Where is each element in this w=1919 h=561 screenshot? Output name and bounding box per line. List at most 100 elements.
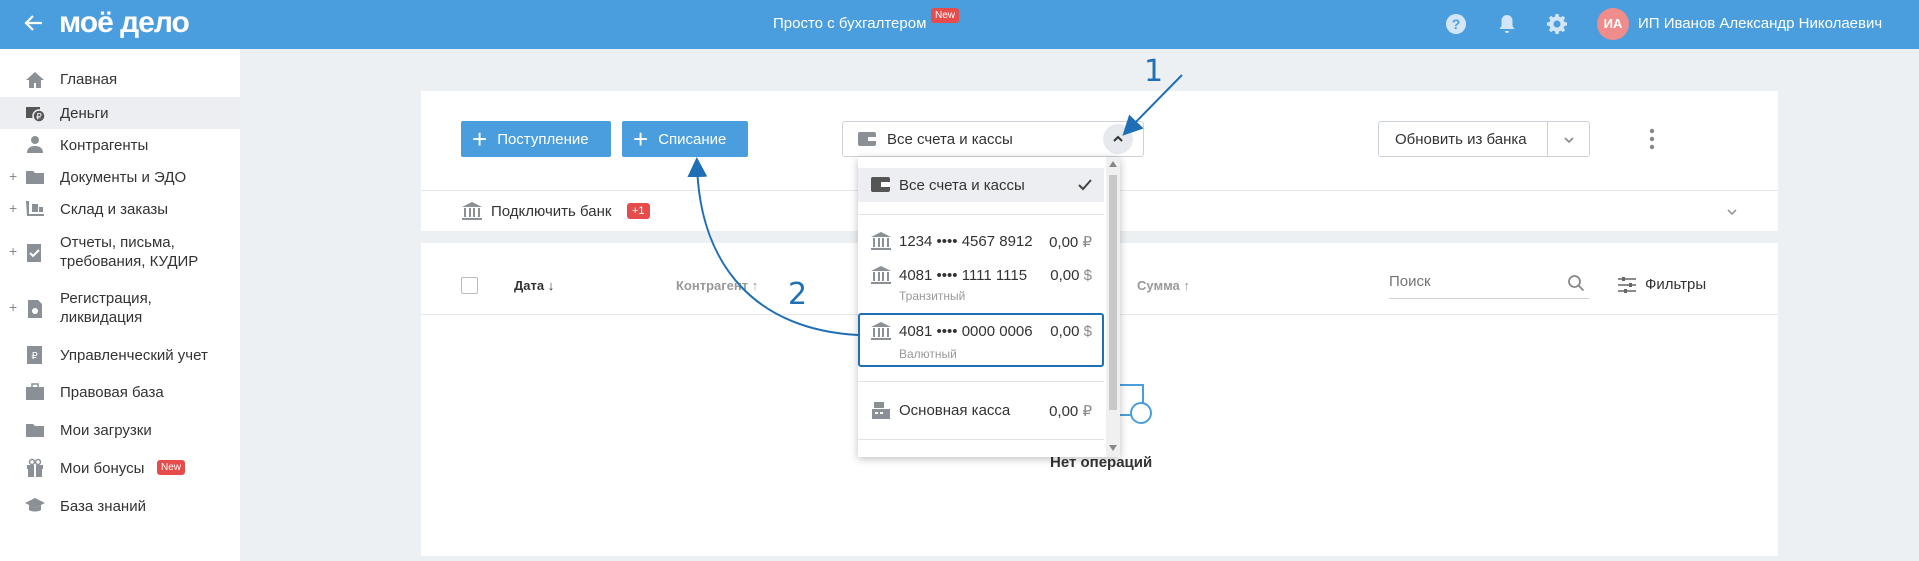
collapse-button[interactable] (1103, 124, 1133, 154)
graduation-cap-icon (25, 498, 45, 512)
sidebar-item-downloads[interactable]: Мои загрузки (0, 411, 240, 449)
filters-label: Фильтры (1645, 276, 1707, 293)
plus-icon: + (633, 124, 649, 154)
user-name[interactable]: ИП Иванов Александр Николаевич (1638, 15, 1882, 32)
expand-plus-icon[interactable]: + (9, 168, 17, 184)
account-number: 1234 •••• 4567 8912 (899, 233, 1033, 250)
account-dropdown: Все счета и кассы 1234 •••• 4567 8912 0,… (858, 157, 1120, 457)
annotation-label-1: 1 (1144, 54, 1164, 89)
sidebar-item-label: Отчеты, письма, (60, 234, 175, 251)
search-input[interactable] (1389, 273, 1559, 290)
sidebar-item-label: Контрагенты (60, 137, 149, 154)
account-select[interactable]: Все счета и кассы (842, 121, 1144, 157)
scrollbar-thumb[interactable] (1109, 175, 1117, 410)
home-icon (26, 72, 44, 88)
sidebar-item-label: Мои загрузки (60, 422, 152, 439)
dropdown-scrollbar[interactable] (1106, 157, 1120, 457)
downloads-icon (26, 424, 44, 437)
account-type: Валютный (899, 347, 957, 361)
expand-plus-icon[interactable]: + (9, 299, 17, 315)
cash-register-icon (872, 402, 890, 419)
account-select-value: Все счета и кассы (887, 131, 1013, 148)
more-vertical-icon[interactable] (1649, 128, 1655, 150)
money-icon: ₽ (26, 107, 46, 123)
dropdown-cash[interactable]: Основная касса 0,00 ₽ (858, 393, 1104, 429)
dropdown-account-2[interactable]: 4081 •••• 1111 1115 0,00 $ Транзитный (858, 259, 1104, 309)
svg-text:₽: ₽ (36, 113, 42, 123)
bell-icon[interactable] (1495, 12, 1519, 36)
chevron-down-icon[interactable] (1725, 205, 1739, 219)
bank-icon (871, 232, 891, 250)
scroll-down-icon[interactable] (1109, 445, 1117, 451)
folder-icon (26, 171, 44, 184)
sidebar-item-contractors[interactable]: Контрагенты (0, 129, 240, 161)
dropdown-account-1[interactable]: 1234 •••• 4567 8912 0,00 ₽ (858, 225, 1104, 257)
expense-button-label: Списание (658, 130, 727, 148)
sidebar-item-label-line2: требования, КУДИР (60, 253, 199, 270)
gear-icon[interactable] (1545, 12, 1569, 36)
sidebar-item-knowledge[interactable]: База знаний (0, 487, 240, 525)
sidebar-item-money[interactable]: ₽ Деньги (0, 97, 240, 129)
income-button-label: Поступление (497, 130, 589, 148)
divider (858, 439, 1104, 440)
count-badge: +1 (627, 203, 650, 219)
registration-icon (28, 300, 42, 318)
sidebar-item-label: Правовая база (60, 384, 164, 401)
management-icon: ₽ (27, 346, 42, 364)
column-date[interactable]: Дата ↓ (514, 278, 554, 293)
gift-icon (27, 458, 43, 477)
dropdown-item-all[interactable]: Все счета и кассы (858, 168, 1104, 202)
chevron-up-icon (1113, 135, 1123, 142)
column-contractor[interactable]: Контрагент ↑ (676, 278, 758, 293)
sidebar-item-label: Управленческий учет (60, 347, 208, 364)
sidebar-item-label: Склад и заказы (60, 201, 169, 218)
help-icon[interactable]: ? (1444, 12, 1468, 36)
sidebar-item-management[interactable]: ₽ Управленческий учет (0, 337, 240, 373)
filters-icon (1618, 277, 1636, 293)
connect-bank-link[interactable]: Подключить банк (491, 203, 611, 220)
sidebar-item-registration[interactable]: + Регистрация, ликвидация (0, 281, 240, 337)
sidebar-item-bonuses[interactable]: Мои бонусы New (0, 449, 240, 487)
scroll-up-icon[interactable] (1109, 161, 1117, 167)
update-from-bank-button[interactable]: Обновить из банка (1378, 121, 1590, 157)
avatar[interactable]: ИА (1597, 8, 1629, 40)
sidebar-item-documents[interactable]: + Документы и ЭДО (0, 161, 240, 193)
center-title-link[interactable]: Просто с бухгалтером New (773, 8, 960, 32)
expand-plus-icon[interactable]: + (9, 200, 17, 216)
account-amount: 0,00 $ (1050, 323, 1092, 340)
column-date-label: Дата (514, 278, 545, 293)
wallet-icon (858, 132, 876, 146)
checkmark-icon (1078, 179, 1092, 191)
column-sum-label: Сумма (1137, 278, 1180, 293)
svg-text:₽: ₽ (31, 351, 38, 362)
sidebar-item-home[interactable]: Главная (0, 63, 240, 97)
back-arrow-icon[interactable] (22, 11, 46, 35)
chevron-down-icon[interactable] (1562, 133, 1576, 147)
income-button[interactable]: + Поступление (461, 121, 611, 157)
sidebar-item-warehouse[interactable]: + Склад и заказы (0, 193, 240, 225)
sidebar-item-legal[interactable]: Правовая база (0, 373, 240, 411)
reports-icon (27, 244, 41, 262)
dropdown-item-label: Все счета и кассы (899, 177, 1025, 194)
divider (858, 214, 1104, 215)
column-sum[interactable]: Сумма ↑ (1137, 278, 1190, 293)
sidebar-item-reports[interactable]: + Отчеты, письма, требования, КУДИР (0, 225, 240, 281)
center-title-label: Просто с бухгалтером (773, 15, 927, 32)
logo[interactable]: моё дело (59, 6, 190, 40)
search-field[interactable] (1389, 269, 1589, 299)
warehouse-icon (26, 201, 44, 216)
dropdown-account-3[interactable]: 4081 •••• 0000 0006 0,00 $ Валютный (858, 313, 1104, 367)
expand-plus-icon[interactable]: + (9, 243, 17, 259)
update-from-bank-label: Обновить из банка (1395, 131, 1527, 148)
sidebar-item-label: База знаний (60, 498, 146, 515)
svg-text:?: ? (1452, 16, 1461, 32)
select-all-checkbox[interactable] (461, 277, 478, 294)
account-amount: 0,00 ₽ (1049, 234, 1092, 251)
sidebar: Главная ₽ Деньги Контрагенты + Документы… (0, 49, 240, 561)
top-bar: моё дело Просто с бухгалтером New ? ИА И… (0, 0, 1919, 49)
sidebar-item-label: Деньги (60, 105, 109, 122)
expense-button[interactable]: + Списание (622, 121, 748, 157)
search-icon[interactable] (1567, 274, 1585, 292)
divider (1547, 122, 1548, 156)
account-number: 4081 •••• 0000 0006 (899, 323, 1033, 340)
